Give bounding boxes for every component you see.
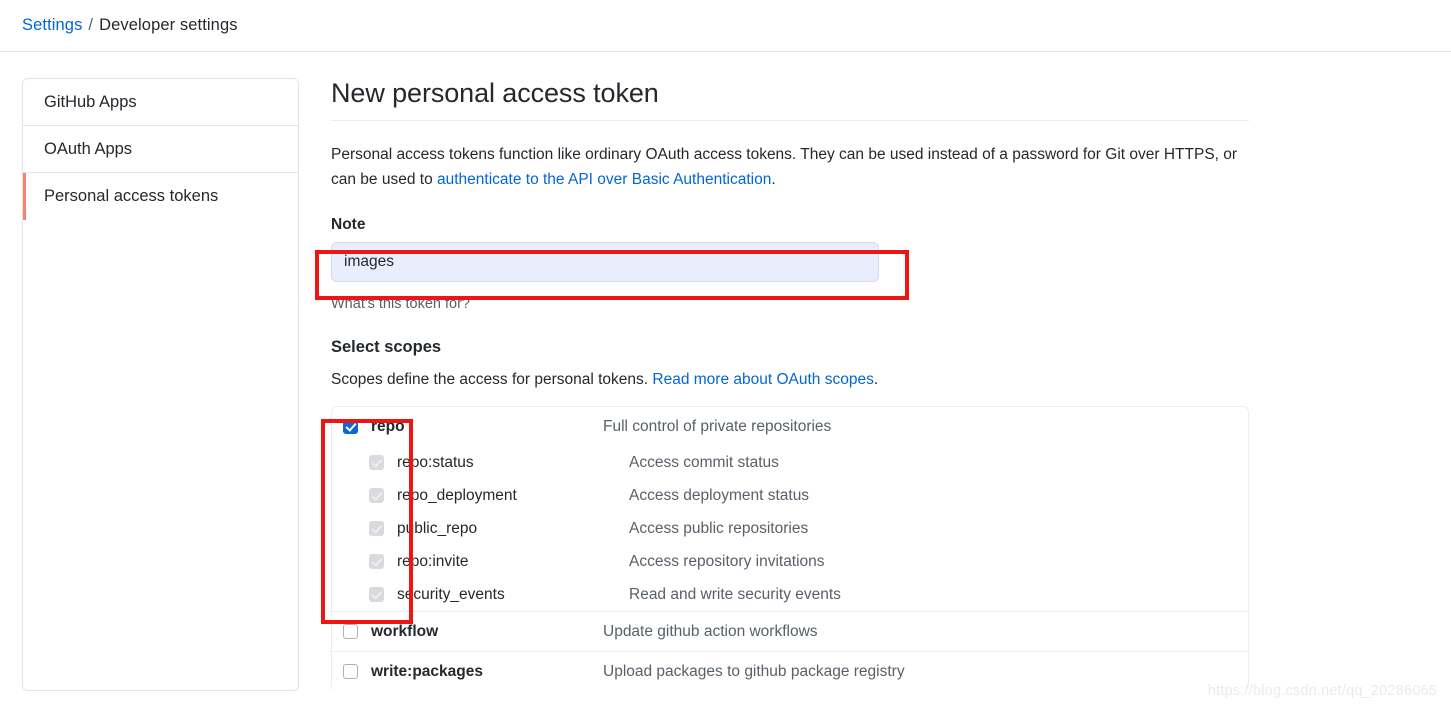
scope-row-repo-status: repo:status Access commit status: [332, 446, 1248, 479]
checkbox-workflow[interactable]: [343, 624, 358, 639]
scope-name: repo: [371, 417, 405, 435]
page-header: Settings / Developer settings: [0, 0, 1451, 52]
checkbox-security-events: [369, 587, 384, 602]
checkbox-repo-deployment: [369, 488, 384, 503]
checkbox-repo-status: [369, 455, 384, 470]
scope-group-repo: repo Full control of private repositorie…: [332, 407, 1248, 612]
main-content: New personal access token Personal acces…: [331, 78, 1249, 691]
scopes-subtitle-after: .: [873, 371, 879, 388]
scope-name: public_repo: [397, 519, 478, 537]
sidebar-item-label: Personal access tokens: [44, 187, 219, 205]
checkbox-public-repo: [369, 521, 384, 536]
scope-row-security-events: security_events Read and write security …: [332, 578, 1248, 611]
scope-row-write-packages[interactable]: write:packages Upload packages to github…: [332, 652, 1248, 691]
scope-name: security_events: [397, 585, 505, 603]
scope-description: Full control of private repositories: [603, 417, 832, 435]
scope-row-public-repo: public_repo Access public repositories: [332, 512, 1248, 545]
intro-text-after: .: [771, 171, 776, 188]
note-field-wrapper: [331, 242, 925, 282]
sidebar-item-oauth-apps[interactable]: OAuth Apps: [23, 126, 298, 173]
scope-name: workflow: [371, 622, 439, 640]
sidebar-item-label: OAuth Apps: [44, 139, 133, 158]
select-scopes-subtitle: Scopes define the access for personal to…: [331, 371, 1249, 389]
basic-authentication-link[interactable]: authenticate to the API over Basic Authe…: [437, 171, 771, 188]
scope-description: Access repository invitations: [629, 552, 825, 570]
scope-description: Access deployment status: [629, 486, 810, 504]
oauth-scopes-link[interactable]: Read more about OAuth scopes: [652, 371, 873, 388]
scope-row-repo[interactable]: repo Full control of private repositorie…: [332, 407, 1248, 446]
breadcrumb-settings-link[interactable]: Settings: [22, 16, 82, 34]
checkbox-repo-invite: [369, 554, 384, 569]
note-input[interactable]: [331, 242, 879, 282]
scope-description: Upload packages to github package regist…: [603, 662, 905, 680]
scope-row-workflow[interactable]: workflow Update github action workflows: [332, 612, 1248, 651]
scope-description: Read and write security events: [629, 585, 841, 603]
scope-description: Update github action workflows: [603, 622, 818, 640]
settings-sidebar: GitHub Apps OAuth Apps Personal access t…: [22, 78, 299, 691]
checkbox-write-packages[interactable]: [343, 664, 358, 679]
watermark: https://blog.csdn.net/qq_20286065: [1207, 683, 1437, 699]
scope-name: repo:invite: [397, 552, 469, 570]
scope-description: Access commit status: [629, 453, 779, 471]
note-helper-text: What's this token for?: [331, 296, 470, 312]
intro-paragraph: Personal access tokens function like ord…: [331, 142, 1249, 192]
page-body: GitHub Apps OAuth Apps Personal access t…: [0, 52, 1451, 691]
note-label: Note: [331, 216, 366, 233]
sidebar-item-personal-access-tokens[interactable]: Personal access tokens: [23, 173, 298, 220]
scope-description: Access public repositories: [629, 519, 809, 537]
select-scopes-title: Select scopes: [331, 338, 442, 356]
sidebar-item-label: GitHub Apps: [44, 92, 137, 111]
scope-group-write-packages: write:packages Upload packages to github…: [332, 652, 1248, 691]
scope-row-repo-invite: repo:invite Access repository invitation…: [332, 545, 1248, 578]
breadcrumb-current: Developer settings: [99, 16, 238, 34]
sidebar-item-github-apps[interactable]: GitHub Apps: [23, 79, 298, 126]
scopes-subtitle-before: Scopes define the access for personal to…: [331, 371, 653, 388]
scopes-list: repo Full control of private repositorie…: [331, 406, 1249, 691]
checkbox-repo[interactable]: [343, 419, 358, 434]
scope-name: write:packages: [371, 662, 483, 680]
page-title: New personal access token: [331, 78, 1249, 121]
scope-name: repo:status: [397, 453, 474, 471]
breadcrumb-separator: /: [88, 16, 94, 34]
scope-name: repo_deployment: [397, 486, 517, 504]
scope-group-workflow: workflow Update github action workflows: [332, 612, 1248, 652]
breadcrumb: Settings / Developer settings: [22, 16, 238, 35]
scope-row-repo-deployment: repo_deployment Access deployment status: [332, 479, 1248, 512]
